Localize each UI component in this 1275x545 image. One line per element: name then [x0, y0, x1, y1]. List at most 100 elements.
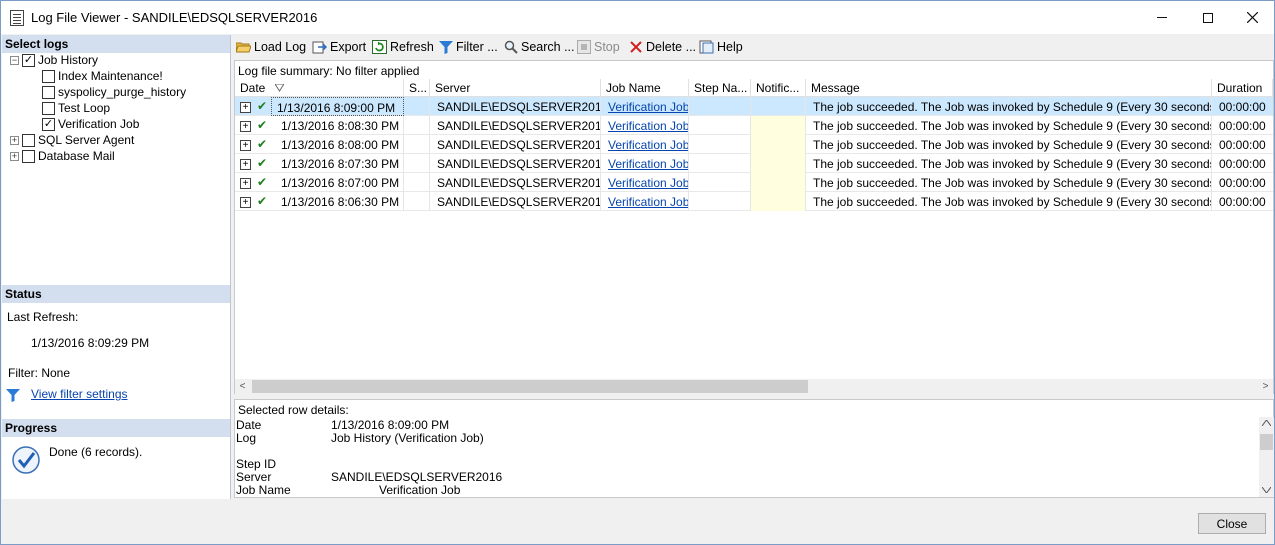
column-header-notifications[interactable]: Notific... — [751, 79, 806, 97]
detail-log-value: Job History (Verification Job) — [331, 431, 484, 445]
cell-date: 1/13/2016 8:09:00 PM — [271, 97, 404, 116]
job-name-link[interactable]: Verification Job — [603, 97, 689, 116]
column-header-status[interactable]: S... — [404, 79, 430, 97]
cell-date: 1/13/2016 8:08:00 PM — [276, 135, 404, 154]
refresh-label: Refresh — [390, 40, 434, 54]
scroll-left-icon[interactable]: < — [235, 379, 250, 394]
scroll-up-icon[interactable] — [1262, 420, 1271, 426]
expand-row-icon[interactable]: + — [240, 102, 251, 113]
stop-button[interactable]: Stop — [576, 38, 620, 56]
success-check-icon: ✔ — [257, 175, 268, 189]
job-name-link[interactable]: Verification Job — [603, 116, 689, 135]
detail-job-name-value: Verification Job — [379, 483, 461, 497]
search-icon — [503, 40, 518, 54]
load-log-button[interactable]: Load Log — [236, 38, 306, 56]
scroll-right-icon[interactable]: > — [1258, 379, 1273, 394]
details-title: Selected row details: — [238, 403, 349, 417]
tree-item-job-history[interactable]: − ✓ Job History — [10, 52, 98, 68]
table-row[interactable]: + ✔ 1/13/2016 8:09:00 PM SANDILE\EDSQLSE… — [235, 97, 1273, 116]
job-name-link[interactable]: Verification Job — [603, 135, 689, 154]
maximize-button[interactable] — [1185, 1, 1231, 34]
tree-label: Index Maintenance! — [58, 69, 163, 83]
expand-row-icon[interactable]: + — [240, 121, 251, 132]
column-header-date[interactable]: Date — [235, 79, 404, 97]
cell-step-name — [689, 192, 751, 211]
stop-icon — [576, 40, 591, 54]
expand-row-icon[interactable]: + — [240, 140, 251, 151]
table-row[interactable]: + ✔ 1/13/2016 8:07:00 PM SANDILE\EDSQLSE… — [235, 173, 1273, 192]
tree-item-test-loop[interactable]: Test Loop — [42, 100, 110, 116]
tree-label: Test Loop — [58, 101, 111, 115]
tree-item-database-mail[interactable]: + Database Mail — [10, 148, 115, 164]
tree-item-syspolicy-purge-history[interactable]: syspolicy_purge_history — [42, 84, 186, 100]
column-header-duration[interactable]: Duration — [1212, 79, 1273, 97]
cell-status — [404, 116, 430, 135]
details-scroll-thumb[interactable] — [1260, 434, 1273, 450]
minimize-button[interactable] — [1139, 1, 1185, 34]
help-button[interactable]: Help — [699, 38, 743, 56]
job-history-checkbox[interactable]: ✓ — [22, 53, 35, 67]
table-row[interactable]: + ✔ 1/13/2016 8:08:30 PM SANDILE\EDSQLSE… — [235, 116, 1273, 135]
close-button[interactable]: Close — [1198, 513, 1266, 534]
horizontal-scrollbar[interactable]: < > — [235, 379, 1273, 394]
database-mail-checkbox[interactable] — [22, 149, 35, 163]
index-maintenance-checkbox[interactable] — [42, 69, 55, 83]
syspolicy-purge-history-checkbox[interactable] — [42, 85, 55, 99]
scroll-down-icon[interactable] — [1262, 487, 1271, 493]
export-button[interactable]: Export — [312, 38, 366, 56]
filter-button[interactable]: Filter ... — [438, 38, 498, 56]
cell-date: 1/13/2016 8:06:30 PM — [276, 192, 404, 211]
close-window-button[interactable] — [1229, 1, 1275, 34]
expand-icon[interactable]: + — [10, 135, 19, 145]
filter-icon — [6, 389, 20, 402]
expand-row-icon[interactable]: + — [240, 178, 251, 189]
expand-icon[interactable]: + — [10, 151, 19, 161]
details-vertical-scrollbar[interactable] — [1259, 417, 1274, 497]
filter-status: Filter: None — [8, 366, 71, 380]
expand-row-icon[interactable]: + — [240, 159, 251, 170]
success-check-icon: ✔ — [257, 118, 268, 132]
column-header-message[interactable]: Message — [806, 79, 1212, 97]
success-check-icon: ✔ — [257, 137, 268, 151]
delete-label: Delete ... — [646, 40, 697, 54]
progress-text: Done (6 records). — [49, 445, 143, 459]
tree-label: Verification Job — [58, 117, 140, 131]
refresh-button[interactable]: Refresh — [372, 38, 434, 56]
table-row[interactable]: + ✔ 1/13/2016 8:07:30 PM SANDILE\EDSQLSE… — [235, 154, 1273, 173]
cell-duration: 00:00:00 — [1219, 176, 1266, 190]
cell-message: The job succeeded. The Job was invoked b… — [808, 192, 1212, 211]
column-header-step-name[interactable]: Step Na... — [689, 79, 751, 97]
verification-job-checkbox[interactable]: ✓ — [42, 117, 55, 131]
cell-message: The job succeeded. The Job was invoked b… — [808, 116, 1212, 135]
cell-status — [404, 97, 430, 116]
collapse-icon[interactable]: − — [10, 55, 19, 65]
tree-item-sql-server-agent[interactable]: + SQL Server Agent — [10, 132, 134, 148]
column-header-server[interactable]: Server — [430, 79, 601, 97]
column-header-job-name[interactable]: Job Name — [601, 79, 689, 97]
sql-server-agent-checkbox[interactable] — [22, 133, 35, 147]
search-button[interactable]: Search ... — [503, 38, 575, 56]
cell-status — [404, 135, 430, 154]
tree-item-index-maintenance[interactable]: Index Maintenance! — [42, 68, 163, 84]
cell-server: SANDILE\EDSQLSERVER2016 — [432, 173, 601, 192]
tree-item-verification-job[interactable]: ✓ Verification Job — [42, 116, 139, 132]
job-name-link[interactable]: Verification Job — [603, 192, 689, 211]
expand-row-icon[interactable]: + — [240, 197, 251, 208]
delete-button[interactable]: Delete ... — [628, 38, 696, 56]
job-name-link[interactable]: Verification Job — [603, 154, 689, 173]
cell-status — [404, 154, 430, 173]
job-name-link[interactable]: Verification Job — [603, 173, 689, 192]
cell-duration: 00:00:00 — [1219, 157, 1266, 171]
view-filter-settings-link[interactable]: View filter settings — [31, 387, 128, 401]
success-check-icon: ✔ — [257, 156, 268, 170]
table-row[interactable]: + ✔ 1/13/2016 8:06:30 PM SANDILE\EDSQLSE… — [235, 192, 1273, 211]
cell-notifications — [751, 154, 806, 173]
success-check-icon: ✔ — [257, 194, 268, 208]
help-label: Help — [717, 40, 743, 54]
detail-date-label: Date — [236, 418, 262, 432]
close-icon — [1246, 12, 1258, 23]
horizontal-scroll-thumb[interactable] — [252, 380, 808, 393]
table-row[interactable]: + ✔ 1/13/2016 8:08:00 PM SANDILE\EDSQLSE… — [235, 135, 1273, 154]
test-loop-checkbox[interactable] — [42, 101, 55, 115]
tree-label: SQL Server Agent — [38, 133, 135, 147]
